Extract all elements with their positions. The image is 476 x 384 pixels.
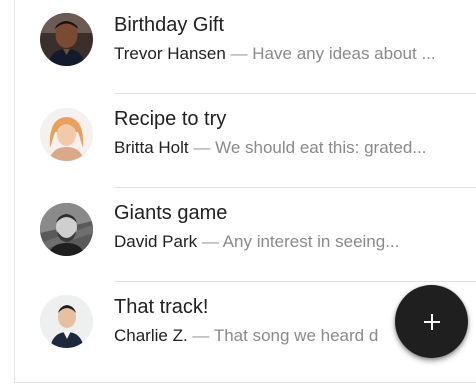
message-snippet: That song we heard d: [213, 326, 379, 345]
sender-name: Britta Holt: [114, 138, 189, 157]
message-snippet: We should eat this: grated...: [215, 138, 427, 157]
conversation-meta: Britta Holt — We should eat this: grated…: [114, 138, 468, 158]
conversation-meta: Trevor Hansen — Have any ideas about ...: [114, 44, 468, 64]
sender-name: Charlie Z.: [114, 326, 188, 345]
conversation-title: That track!: [114, 296, 209, 318]
avatar: [40, 13, 93, 66]
separator: —: [201, 232, 219, 251]
separator: —: [193, 138, 211, 157]
avatar: [40, 295, 93, 348]
avatar: [40, 203, 93, 256]
list-item[interactable]: Giants game David Park — Any interest in…: [15, 188, 476, 282]
message-snippet: Any interest in seeing...: [222, 232, 400, 251]
separator: —: [192, 326, 210, 345]
message-snippet: Have any ideas about ...: [252, 44, 436, 63]
plus-icon: [423, 313, 440, 330]
avatar: [40, 108, 93, 161]
list-item[interactable]: Recipe to try Britta Holt — We should ea…: [15, 94, 476, 188]
compose-button[interactable]: [395, 285, 468, 358]
separator: —: [230, 44, 248, 63]
conversation-meta: David Park — Any interest in seeing...: [114, 232, 468, 252]
sender-name: Trevor Hansen: [114, 44, 226, 63]
conversation-title: Giants game: [114, 202, 228, 224]
sender-name: David Park: [114, 232, 198, 251]
conversation-title: Recipe to try: [114, 108, 227, 130]
conversation-title: Birthday Gift: [114, 14, 225, 36]
list-item[interactable]: Birthday Gift Trevor Hansen — Have any i…: [15, 0, 476, 94]
